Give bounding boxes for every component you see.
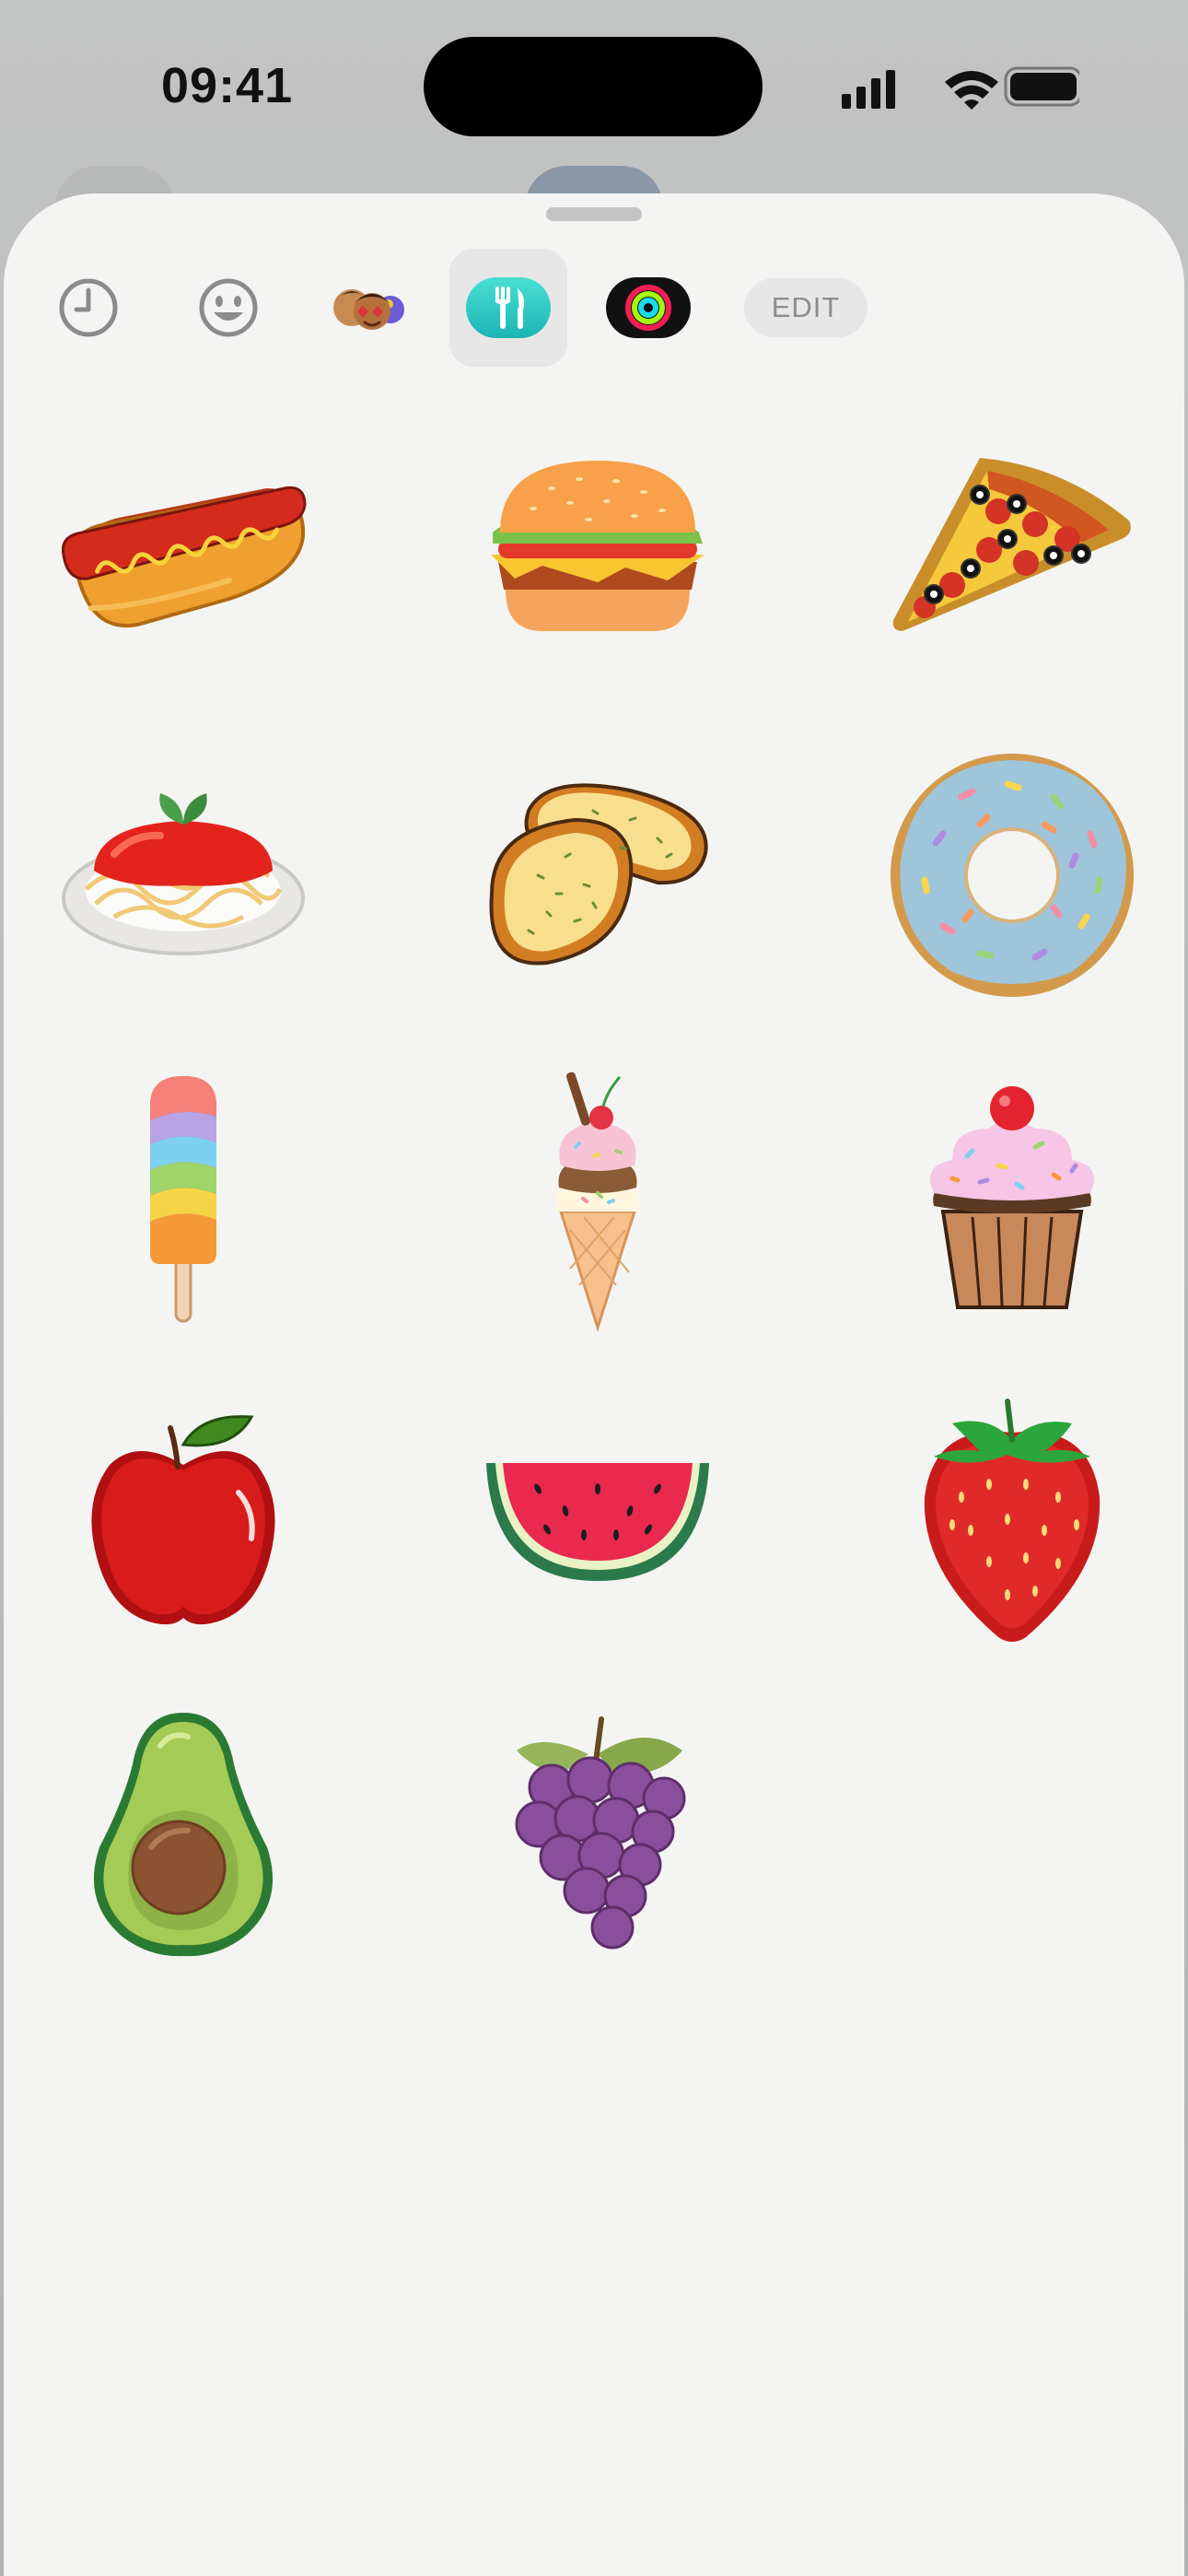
tab-food-stickers[interactable]	[449, 249, 567, 367]
sticker-ice-cream-cone[interactable]	[464, 1060, 731, 1336]
tab-recents[interactable]	[29, 249, 147, 367]
tab-emoji[interactable]	[169, 249, 287, 367]
edit-button[interactable]: EDIT	[744, 278, 868, 337]
fork-knife-icon	[466, 277, 551, 338]
clock-icon	[59, 278, 118, 337]
sticker-donut[interactable]	[879, 746, 1146, 1004]
sticker-hot-dog[interactable]	[50, 433, 317, 654]
sticker-apple[interactable]	[50, 1391, 317, 1649]
battery-icon	[1004, 66, 1090, 107]
sticker-watermelon[interactable]	[464, 1391, 731, 1649]
status-time: 09:41	[161, 58, 294, 113]
sticker-garlic-bread[interactable]	[464, 765, 731, 986]
sticker-spaghetti[interactable]	[50, 765, 317, 986]
smiley-icon	[199, 278, 258, 337]
sticker-grapes[interactable]	[464, 1695, 731, 1972]
sticker-avocado[interactable]	[50, 1695, 317, 1972]
sticker-hamburger[interactable]	[464, 433, 731, 654]
cellular-signal-icon	[842, 70, 895, 109]
memoji-icon	[333, 289, 404, 330]
activity-rings-icon	[606, 277, 691, 338]
sticker-cupcake[interactable]	[879, 1060, 1146, 1336]
screen: 09:41 EDIT	[0, 0, 1188, 2576]
sticker-popsicle[interactable]	[50, 1060, 317, 1336]
wifi-icon	[945, 71, 998, 110]
dynamic-island	[424, 37, 763, 136]
tab-memoji[interactable]	[309, 249, 427, 367]
sticker-drawer: EDIT	[4, 193, 1184, 2576]
sticker-pizza-slice[interactable]	[879, 433, 1146, 654]
sheet-grabber[interactable]	[546, 207, 642, 221]
sticker-strawberry[interactable]	[879, 1382, 1146, 1658]
tab-activity[interactable]	[589, 249, 707, 367]
status-icons	[840, 61, 1090, 116]
